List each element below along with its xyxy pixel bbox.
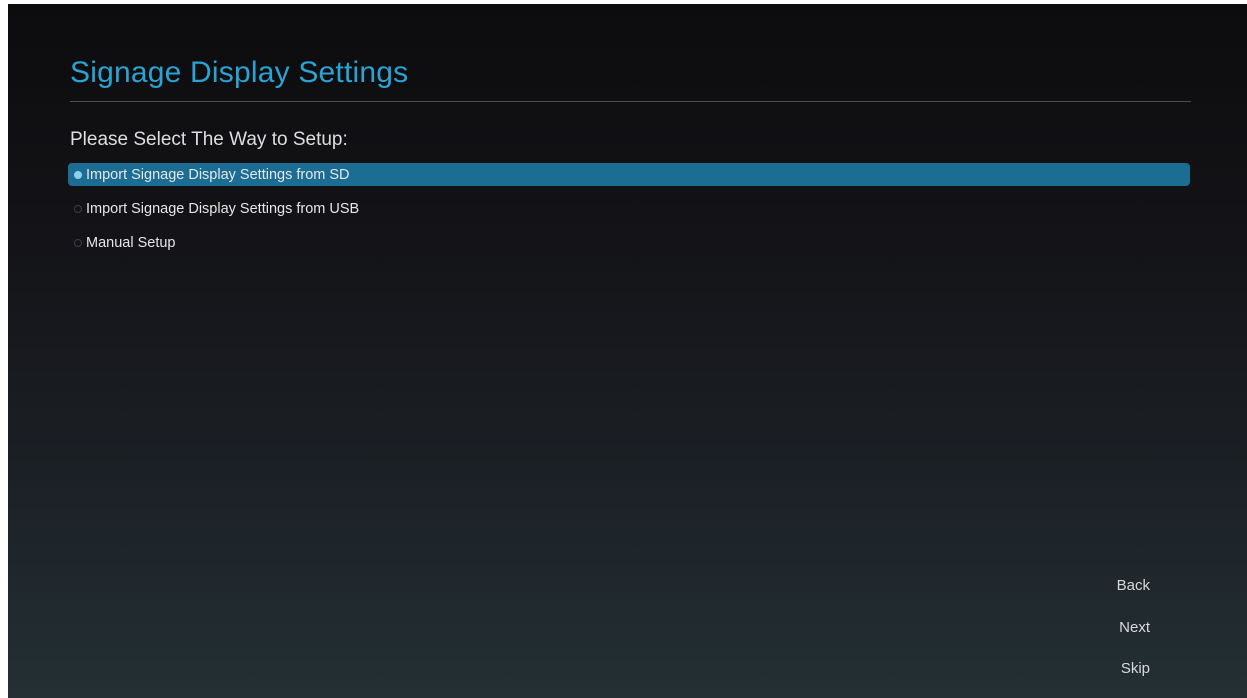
- next-button[interactable]: Next: [1119, 619, 1150, 636]
- radio-unselected-icon: [74, 204, 82, 213]
- setup-prompt: Please Select The Way to Setup:: [70, 129, 348, 150]
- radio-selected-icon: [74, 170, 82, 179]
- option-label: Import Signage Display Settings from USB: [86, 200, 360, 217]
- back-button[interactable]: Back: [1117, 577, 1150, 594]
- title-divider: [70, 101, 1191, 102]
- option-label: Manual Setup: [86, 234, 176, 251]
- page-title: Signage Display Settings: [70, 56, 409, 89]
- option-label: Import Signage Display Settings from SD: [86, 166, 350, 183]
- setup-options-list: Import Signage Display Settings from SD …: [68, 163, 1190, 265]
- skip-button[interactable]: Skip: [1121, 660, 1150, 677]
- option-manual-setup[interactable]: Manual Setup: [68, 231, 1190, 254]
- radio-unselected-icon: [74, 238, 82, 247]
- option-import-from-sd[interactable]: Import Signage Display Settings from SD: [68, 163, 1190, 186]
- option-import-from-usb[interactable]: Import Signage Display Settings from USB: [68, 197, 1190, 220]
- signage-setup-screen: Signage Display Settings Please Select T…: [8, 4, 1247, 698]
